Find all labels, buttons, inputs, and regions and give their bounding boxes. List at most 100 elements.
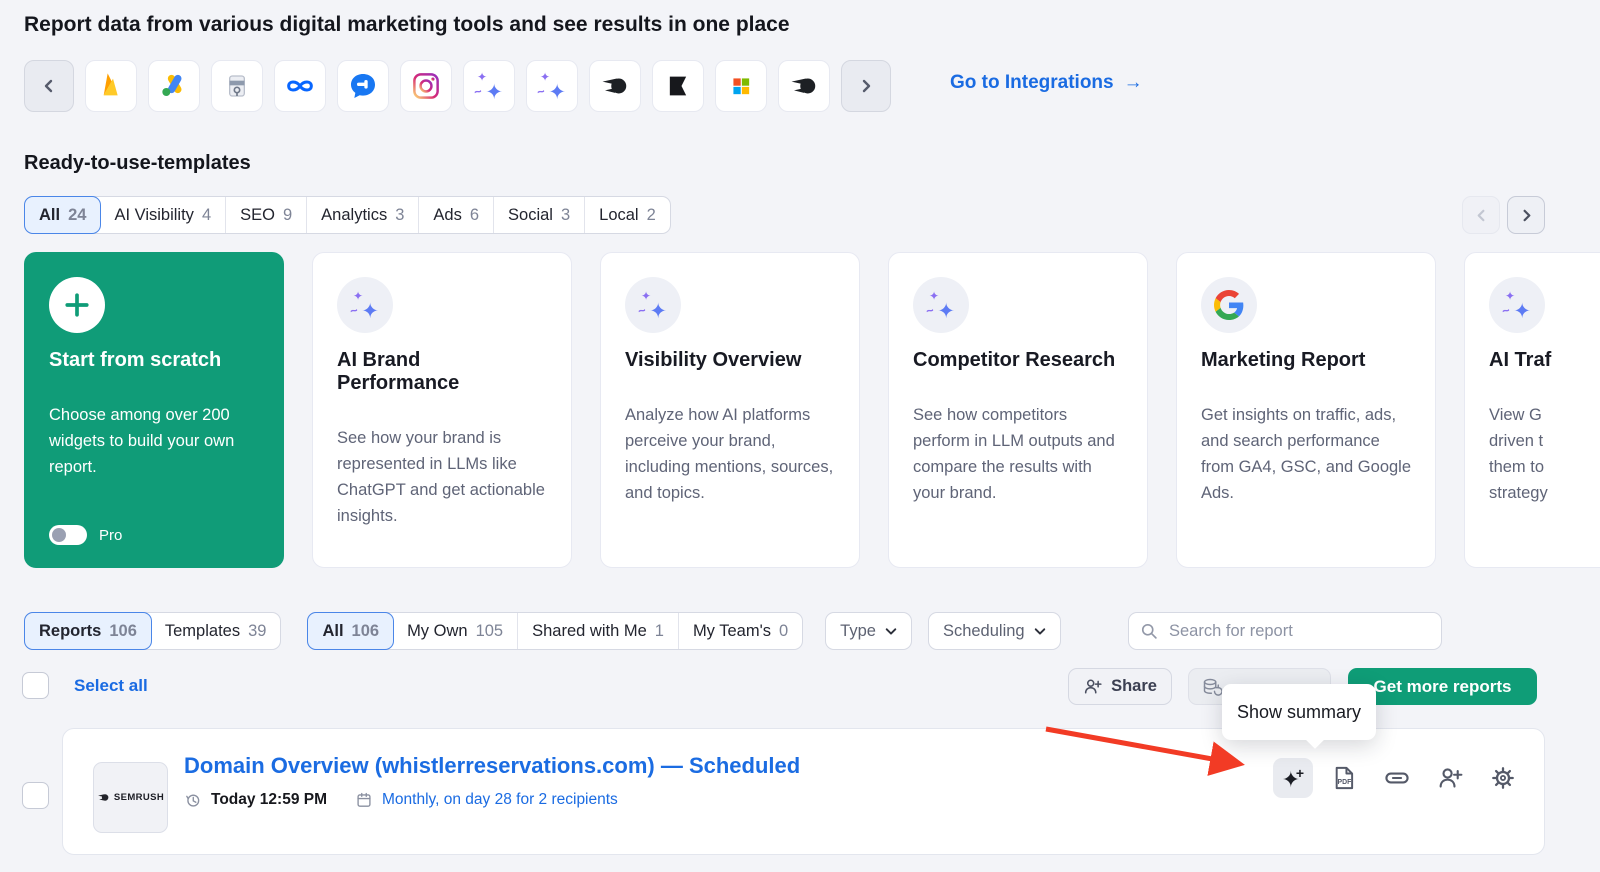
tab-reports[interactable]: Reports 106 xyxy=(24,612,152,650)
toggle-knob xyxy=(52,528,66,542)
card-description: Analyze how AI platforms perceive your b… xyxy=(625,402,835,506)
tab-count: 24 xyxy=(68,206,86,225)
templates-scroll-next-button[interactable] xyxy=(1507,196,1545,234)
report-search xyxy=(1128,612,1442,650)
tab-shared-with-me[interactable]: Shared with Me 1 xyxy=(518,613,679,649)
tab-label: Ads xyxy=(433,206,461,225)
tab-count: 9 xyxy=(283,206,292,225)
report-title-link[interactable]: Domain Overview (whistlerreservations.co… xyxy=(184,753,800,779)
tab-templates[interactable]: Templates 39 xyxy=(151,613,281,649)
share-button-label: Share xyxy=(1111,677,1157,696)
go-to-integrations-label: Go to Integrations xyxy=(950,72,1114,94)
tab-all-reports[interactable]: All 106 xyxy=(307,612,394,650)
scheduling-dropdown-label: Scheduling xyxy=(943,622,1025,641)
chat-tool-icon xyxy=(347,70,379,102)
integration-firebase-tile[interactable] xyxy=(85,60,137,112)
integration-ai-sparkles-tile-2[interactable]: ✦✦~ xyxy=(526,60,578,112)
card-ai-brand-performance[interactable]: ✦✦~ AI Brand Performance See how your br… xyxy=(312,252,572,568)
integration-meta-tile[interactable] xyxy=(274,60,326,112)
share-button[interactable]: Share xyxy=(1068,668,1172,705)
select-all-label[interactable]: Select all xyxy=(74,676,148,696)
card-title: Visibility Overview xyxy=(625,349,835,372)
tab-label: All xyxy=(322,622,343,641)
tab-count: 0 xyxy=(779,622,788,641)
integration-chat-tool-tile[interactable] xyxy=(337,60,389,112)
chevron-right-icon xyxy=(859,79,873,93)
tab-ads[interactable]: Ads 6 xyxy=(419,197,494,233)
select-all-checkbox[interactable] xyxy=(22,672,49,699)
carousel-prev-button[interactable] xyxy=(24,60,74,112)
card-description: See how competitors perform in LLM outpu… xyxy=(913,402,1123,506)
history-clock-icon xyxy=(184,791,202,809)
tab-local[interactable]: Local 2 xyxy=(585,197,670,233)
tooltip-text: Show summary xyxy=(1237,702,1361,723)
view-tabs: Reports 106 Templates 39 xyxy=(24,612,281,650)
integration-flag-tile[interactable] xyxy=(652,60,704,112)
report-row: SEMRUSH Domain Overview (whistlerreserva… xyxy=(62,728,1545,855)
integration-toolbox-tile[interactable] xyxy=(211,60,263,112)
search-icon xyxy=(1139,621,1159,641)
meta-icon xyxy=(283,69,317,103)
chevron-left-icon xyxy=(42,79,56,93)
tab-social[interactable]: Social 3 xyxy=(494,197,585,233)
tab-count: 2 xyxy=(647,206,656,225)
flag-icon xyxy=(664,72,692,100)
tab-my-own[interactable]: My Own 105 xyxy=(393,613,518,649)
ai-sparkles-icon: ✦✦~ xyxy=(1502,290,1532,320)
report-schedule-link[interactable]: Monthly, on day 28 for 2 recipients xyxy=(382,791,618,809)
type-dropdown[interactable]: Type xyxy=(825,612,912,650)
tab-label: SEO xyxy=(240,206,275,225)
go-to-integrations-link[interactable]: Go to Integrations → xyxy=(950,72,1143,94)
chevron-left-icon xyxy=(1475,209,1488,222)
report-thumbnail[interactable]: SEMRUSH xyxy=(93,762,168,833)
tab-my-teams[interactable]: My Team's 0 xyxy=(679,613,802,649)
tab-count: 1 xyxy=(655,622,664,641)
scheduling-dropdown[interactable]: Scheduling xyxy=(928,612,1061,650)
card-visibility-overview[interactable]: ✦✦~ Visibility Overview Analyze how AI p… xyxy=(600,252,860,568)
card-title: Marketing Report xyxy=(1201,349,1411,372)
integrations-carousel: ✦✦~ ✦✦~ xyxy=(24,60,891,112)
get-more-reports-button[interactable]: Get more reports xyxy=(1348,668,1537,705)
card-competitor-research[interactable]: ✦✦~ Competitor Research See how competit… xyxy=(888,252,1148,568)
integration-microsoft-tile[interactable] xyxy=(715,60,767,112)
type-dropdown-label: Type xyxy=(840,622,876,641)
template-filter-tabs: All 24 AI Visibility 4 SEO 9 Analytics 3… xyxy=(24,196,671,234)
report-row-checkbox[interactable] xyxy=(22,782,49,809)
card-description: Get insights on traffic, ads, and search… xyxy=(1201,402,1411,506)
instagram-icon xyxy=(410,70,442,102)
tab-count: 3 xyxy=(561,206,570,225)
settings-gear-icon[interactable] xyxy=(1490,765,1516,791)
tab-all[interactable]: All 24 xyxy=(24,196,101,234)
pdf-icon[interactable] xyxy=(1331,765,1357,791)
tab-ai-visibility[interactable]: AI Visibility 4 xyxy=(100,197,226,233)
tab-seo[interactable]: SEO 9 xyxy=(226,197,307,233)
integration-instagram-tile[interactable] xyxy=(400,60,452,112)
report-updated-time: Today 12:59 PM xyxy=(211,791,327,809)
card-marketing-report[interactable]: Marketing Report Get insights on traffic… xyxy=(1176,252,1436,568)
google-g-icon xyxy=(1214,290,1244,320)
pro-toggle[interactable] xyxy=(49,525,87,545)
carousel-next-button[interactable] xyxy=(841,60,891,112)
card-title: Start from scratch xyxy=(49,349,259,372)
templates-scroll-prev-button xyxy=(1462,196,1500,234)
reports-toolbar: Reports 106 Templates 39 All 106 My Own … xyxy=(24,612,1061,650)
show-summary-tooltip: Show summary xyxy=(1222,684,1376,740)
integration-google-ads-tile[interactable] xyxy=(148,60,200,112)
card-description: Choose among over 200 widgets to build y… xyxy=(49,402,259,480)
card-title: AI Traf xyxy=(1489,349,1600,372)
integration-semrush-tile-2[interactable] xyxy=(778,60,830,112)
google-ads-icon xyxy=(158,70,190,102)
show-summary-button[interactable]: ✦+ xyxy=(1273,758,1313,798)
card-ai-traffic[interactable]: ✦✦~ AI Traf View G driven t them to stra… xyxy=(1464,252,1600,568)
search-input[interactable] xyxy=(1128,612,1442,650)
card-start-from-scratch[interactable]: Start from scratch Choose among over 200… xyxy=(24,252,284,568)
tab-analytics[interactable]: Analytics 3 xyxy=(307,197,419,233)
toolbox-icon xyxy=(221,70,253,102)
tab-count: 4 xyxy=(202,206,211,225)
integration-semrush-tile[interactable] xyxy=(589,60,641,112)
tab-count: 105 xyxy=(476,622,504,641)
integration-ai-sparkles-tile[interactable]: ✦✦~ xyxy=(463,60,515,112)
card-description: View G driven t them to strategy xyxy=(1489,402,1600,506)
add-user-icon[interactable] xyxy=(1437,765,1463,791)
copy-link-icon[interactable] xyxy=(1384,765,1410,791)
